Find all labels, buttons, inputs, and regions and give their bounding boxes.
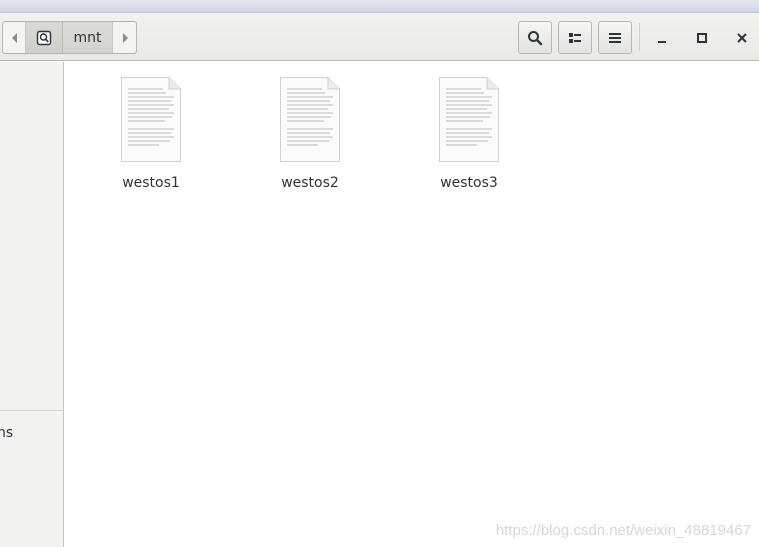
minimize-icon — [658, 40, 666, 43]
close-button[interactable] — [727, 21, 757, 54]
file-name: westos1 — [122, 175, 180, 191]
sidebar: ns — [0, 62, 64, 547]
search-button[interactable] — [518, 21, 552, 54]
header-bar: mnt — [0, 13, 759, 61]
file-name: westos2 — [281, 175, 339, 191]
maximize-button[interactable] — [687, 21, 717, 54]
toolbar-separator — [639, 23, 640, 51]
file-item[interactable]: westos2 — [250, 77, 370, 191]
sidebar-item-truncated[interactable]: ns — [0, 425, 13, 441]
file-view: westos1 westos2 westos3 https://blog.csd… — [65, 62, 759, 547]
chevron-left-icon — [11, 32, 17, 43]
list-view-icon — [569, 32, 581, 43]
minimize-button[interactable] — [647, 21, 677, 54]
path-back-button[interactable] — [3, 22, 26, 53]
path-forward-button[interactable] — [113, 22, 136, 53]
file-item[interactable]: westos3 — [409, 77, 529, 191]
sidebar-divider — [0, 410, 63, 411]
home-folder-icon — [36, 30, 52, 45]
search-icon — [528, 30, 543, 45]
file-name: westos3 — [440, 175, 498, 191]
path-home-button[interactable] — [26, 22, 63, 53]
text-file-icon — [121, 77, 181, 162]
text-file-icon — [439, 77, 499, 162]
close-icon — [737, 32, 747, 43]
menu-button[interactable] — [598, 21, 632, 54]
window-top-strip — [0, 0, 759, 13]
maximize-icon — [697, 32, 707, 43]
file-item[interactable]: westos1 — [91, 77, 211, 191]
chevron-right-icon — [122, 32, 128, 43]
hamburger-menu-icon — [609, 32, 621, 43]
path-bar: mnt — [2, 21, 137, 54]
path-crumb-current[interactable]: mnt — [63, 22, 113, 53]
view-toggle-button[interactable] — [558, 21, 592, 54]
text-file-icon — [280, 77, 340, 162]
watermark-text: https://blog.csdn.net/weixin_48819467 — [495, 522, 751, 539]
